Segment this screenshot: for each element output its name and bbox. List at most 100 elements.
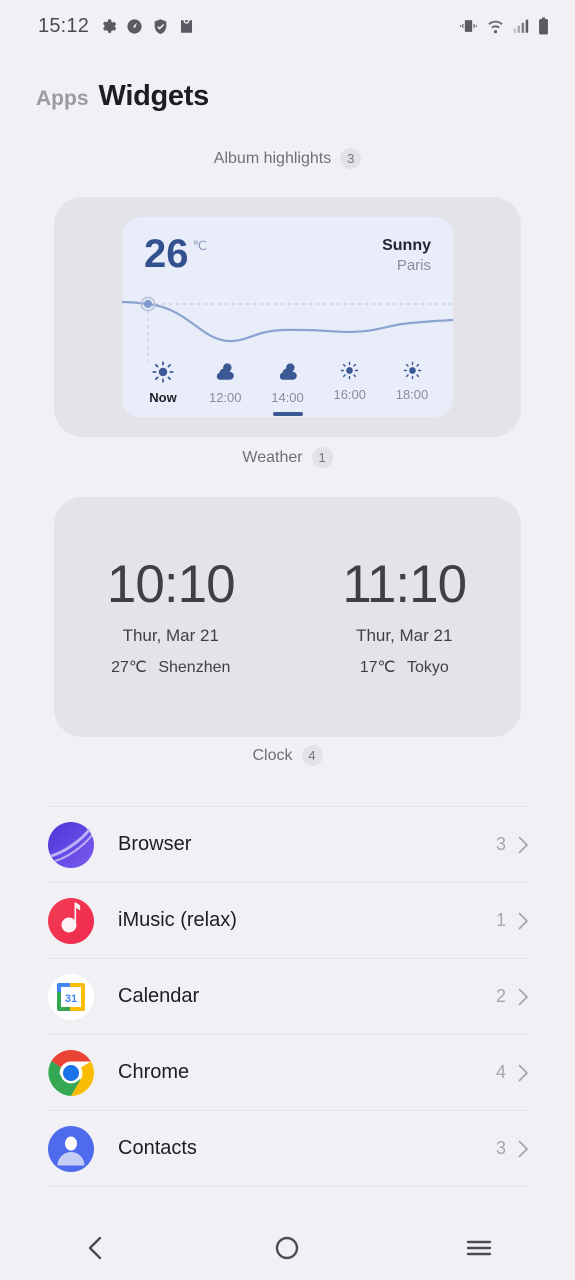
app-name: Calendar <box>118 985 200 1007</box>
calendar-31-icon: 31 <box>46 972 96 1022</box>
clock-date: Thur, Mar 21 <box>356 626 453 646</box>
app-count: 3 <box>495 834 506 854</box>
caption-label: Weather <box>242 448 303 466</box>
status-bar-right <box>459 17 549 35</box>
sun-small-icon <box>403 361 421 380</box>
app-count: 1 <box>495 910 506 930</box>
weather-location-group: Sunny Paris <box>382 236 431 276</box>
chrome-icon <box>46 1048 96 1098</box>
weather-selected-indicator <box>272 412 303 416</box>
chevron-right-icon[interactable] <box>518 912 529 930</box>
clock-temperature: 27℃ <box>111 659 147 677</box>
list-item[interactable]: 31 Calendar 2 <box>46 958 529 1034</box>
status-time: 15:12 <box>38 14 90 37</box>
back-chevron-icon <box>88 1236 102 1260</box>
list-fade-mask <box>0 1198 575 1216</box>
shield-check-icon <box>154 18 167 34</box>
sun-cloud-icon <box>279 363 297 380</box>
weather-hour-1600[interactable]: 16:00 <box>319 361 381 405</box>
weather-hour-1800[interactable]: 18:00 <box>381 361 443 405</box>
app-name: iMusic (relax) <box>118 909 237 931</box>
weather-condition: Sunny <box>382 237 431 254</box>
status-bar-left: 15:12 <box>38 15 195 38</box>
list-item[interactable]: Browser 3 <box>46 806 529 882</box>
contact-person-icon <box>46 1124 96 1174</box>
app-list: Browser 3 iMusic (relax) 1 31 Calendar 2… <box>46 806 529 1262</box>
tab-apps[interactable]: Apps <box>36 87 89 111</box>
app-count: 2 <box>495 986 506 1006</box>
nav-back-button[interactable] <box>61 1226 131 1270</box>
app-name: Contacts <box>118 1137 197 1159</box>
weather-hour-now[interactable]: Now <box>132 361 194 405</box>
clock-time: 10:10 <box>106 554 236 614</box>
battery-full-icon <box>539 17 548 35</box>
wifi-icon <box>488 20 503 34</box>
clock-temp-city: 27℃ Shenzhen <box>111 657 230 677</box>
weather-hour-1400[interactable]: 14:00 <box>257 361 319 416</box>
clock-temperature: 17℃ <box>359 659 396 677</box>
browser-sphere-icon <box>46 820 96 870</box>
app-name: Browser <box>118 833 192 855</box>
weather-temperature-group: 26 ℃ <box>144 232 208 276</box>
phone-screen: 15:12 Apps Widgets Album highlights 3 26… <box>0 0 575 1280</box>
caption-label: Album highlights <box>213 149 332 167</box>
nav-home-button[interactable] <box>252 1226 322 1270</box>
caption-badge: 3 <box>340 148 362 169</box>
sun-cloud-icon <box>217 363 235 380</box>
caption-badge: 1 <box>311 447 333 468</box>
app-count: 4 <box>495 1062 506 1082</box>
sun-small-icon <box>340 361 359 380</box>
weather-hour-label: 12:00 <box>208 390 242 405</box>
clock-city: Tokyo <box>406 659 449 677</box>
status-bar: 15:12 <box>0 0 575 52</box>
clock-cell-shenzhen[interactable]: 10:10 Thur, Mar 21 27℃ Shenzhen <box>54 497 288 737</box>
page-title: Apps Widgets <box>36 80 209 113</box>
gear-icon <box>103 18 117 33</box>
weather-widget-card[interactable]: 26 ℃ Sunny Paris Now 12:00 14:00 16:00 1… <box>54 197 521 437</box>
weather-city: Paris <box>396 257 431 274</box>
clock-temp-city: 17℃ Tokyo <box>360 657 449 677</box>
chevron-right-icon[interactable] <box>518 988 529 1006</box>
weather-hour-1200[interactable]: 12:00 <box>194 361 256 405</box>
weather-unit: ℃ <box>192 238 208 253</box>
clock-widget-row: 10:10 Thur, Mar 21 27℃ Shenzhen 11:10 Th… <box>54 497 521 737</box>
weather-hour-label: 14:00 <box>271 390 304 405</box>
chevron-right-icon[interactable] <box>518 836 529 854</box>
caption-badge: 4 <box>301 745 323 766</box>
weather-hour-label: 16:00 <box>333 387 367 402</box>
section-caption-album-highlights: Album highlights 3 <box>0 148 575 169</box>
weather-forecast-chart <box>122 296 453 361</box>
clock-widget-card[interactable]: 10:10 Thur, Mar 21 27℃ Shenzhen 11:10 Th… <box>54 497 521 737</box>
section-caption-weather: Weather 1 <box>0 447 575 468</box>
clock-date: Thur, Mar 21 <box>122 626 219 646</box>
recents-menu-icon <box>466 1240 492 1256</box>
app-name: Chrome <box>118 1061 190 1083</box>
clock-time: 11:10 <box>342 554 467 614</box>
shopping-bag-icon <box>181 19 193 33</box>
signal-bars-icon <box>513 19 529 33</box>
app-count: 3 <box>495 1138 506 1158</box>
clock-cell-tokyo[interactable]: 11:10 Thur, Mar 21 17℃ Tokyo <box>288 497 522 737</box>
speedometer-icon <box>127 18 142 34</box>
weather-hour-label: 18:00 <box>395 387 429 402</box>
chevron-right-icon[interactable] <box>518 1140 529 1158</box>
nav-recents-button[interactable] <box>444 1226 514 1270</box>
weather-temperature: 26 <box>144 232 189 276</box>
vibrate-icon <box>460 20 477 32</box>
section-caption-clock: Clock 4 <box>0 745 575 766</box>
sun-icon <box>152 361 174 383</box>
chevron-right-icon[interactable] <box>518 1064 529 1082</box>
system-navigation-bar <box>0 1216 575 1280</box>
list-item[interactable]: Contacts 3 <box>46 1110 529 1186</box>
tab-widgets[interactable]: Widgets <box>99 80 210 113</box>
list-item[interactable]: iMusic (relax) 1 <box>46 882 529 958</box>
weather-hour-label: Now <box>149 390 177 405</box>
home-circle-icon <box>276 1236 299 1260</box>
caption-label: Clock <box>252 746 293 764</box>
svg-text:31: 31 <box>65 993 77 1005</box>
music-note-icon <box>46 896 96 946</box>
clock-city: Shenzhen <box>158 659 231 677</box>
weather-hourly-strip: Now 12:00 14:00 16:00 18:00 <box>132 361 443 416</box>
list-item[interactable]: Chrome 4 <box>46 1034 529 1110</box>
weather-widget-inner[interactable]: 26 ℃ Sunny Paris Now 12:00 14:00 16:00 1… <box>122 217 453 417</box>
